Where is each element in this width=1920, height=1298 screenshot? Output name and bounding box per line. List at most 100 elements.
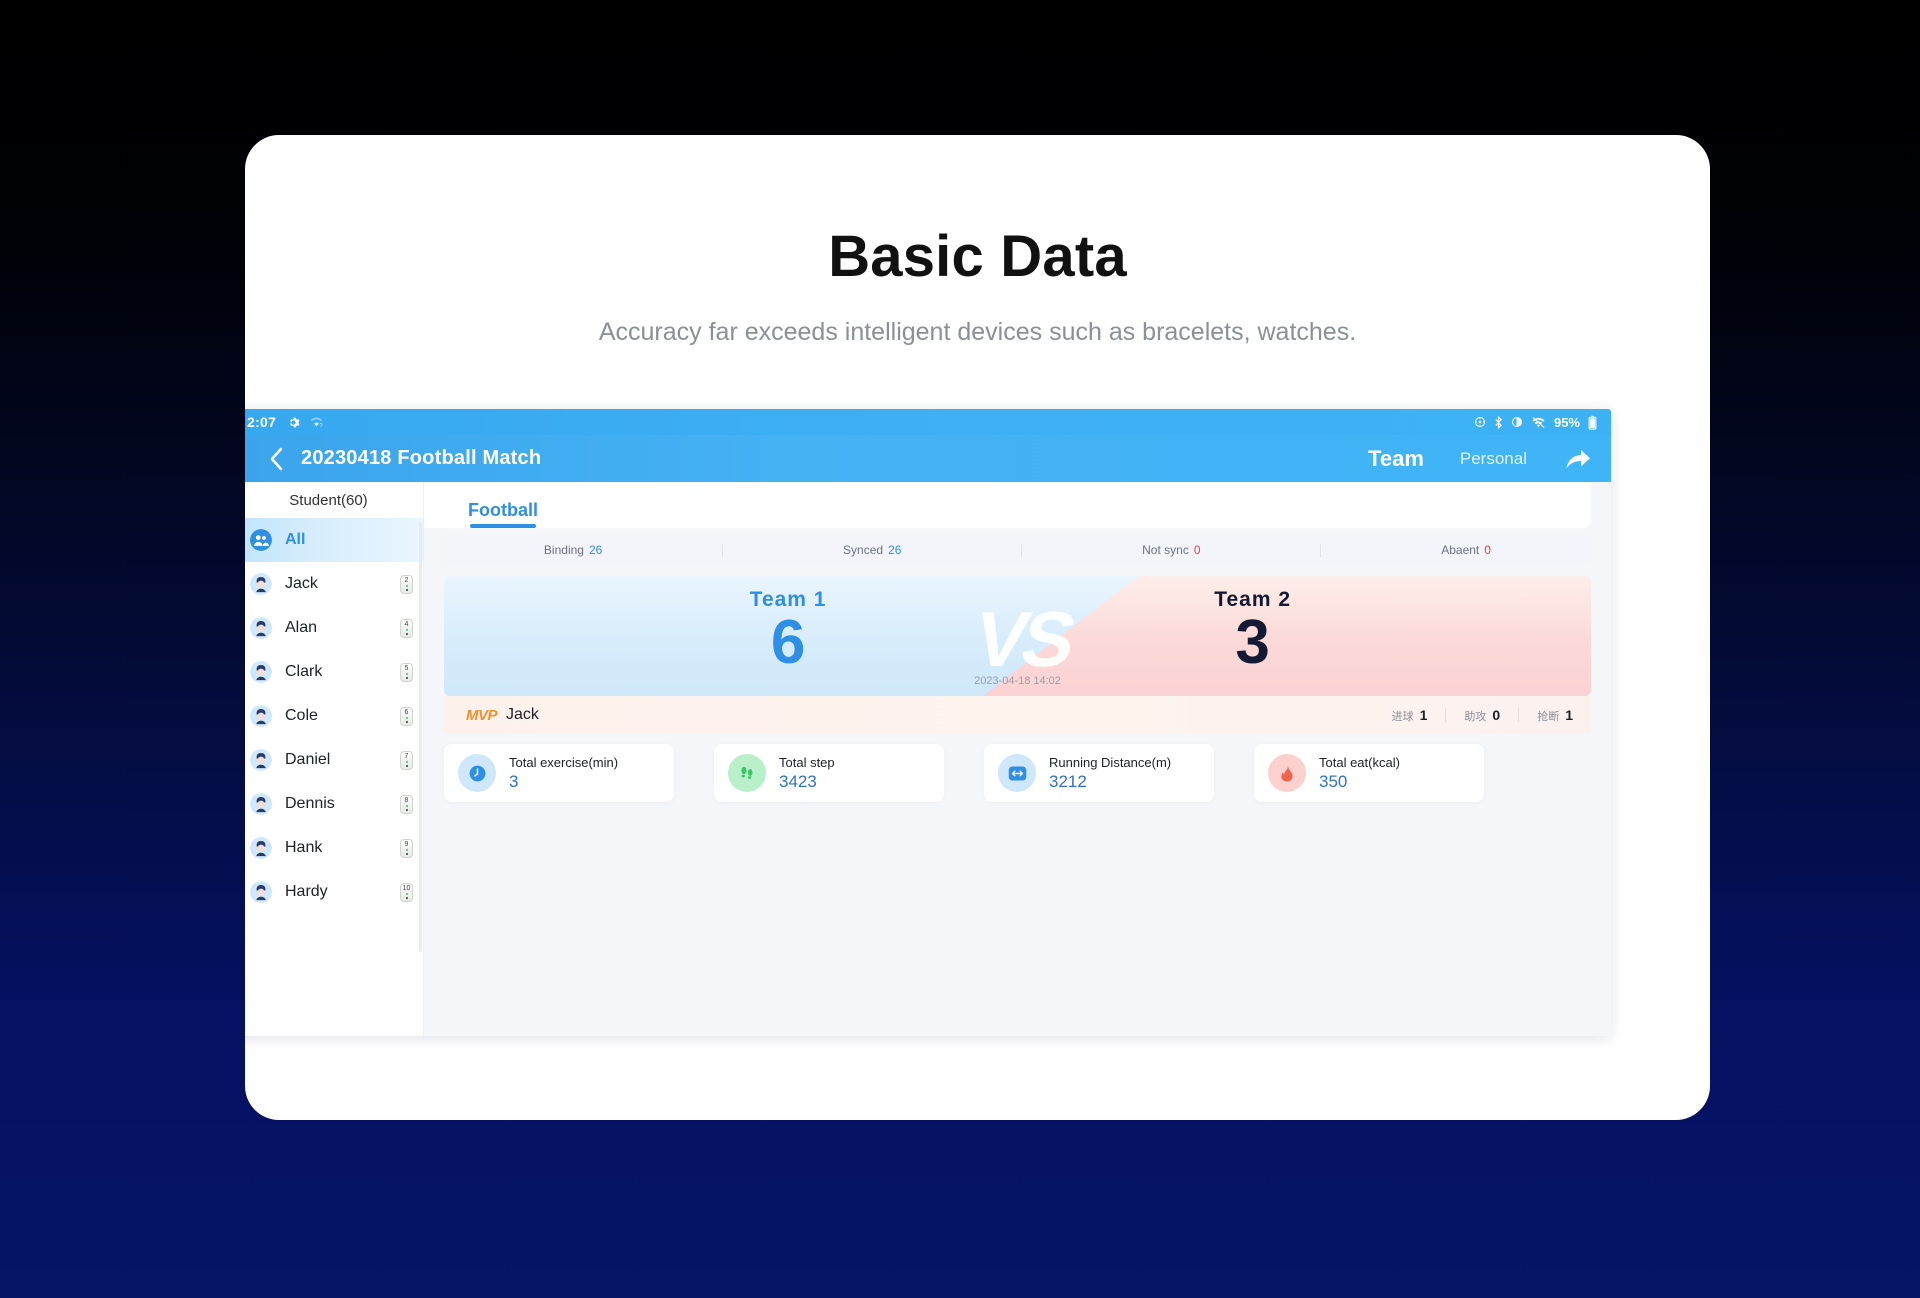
battery-percent: 95%: [1553, 414, 1580, 430]
stat-divider: [1021, 543, 1023, 557]
metric-card[interactable]: Total exercise(min) 3: [444, 744, 674, 802]
student-avatar-icon: [250, 749, 272, 771]
team2-block: Team 2 3: [1123, 588, 1383, 675]
student-name: Cole: [285, 707, 318, 724]
status-time: 2:07: [247, 414, 277, 430]
battery-icon: [1588, 415, 1597, 430]
status-bar: 2:07 ? 95%: [245, 409, 1611, 435]
metric-label: Total step: [779, 754, 835, 770]
student-name: Jack: [285, 575, 318, 592]
mvp-stat-value: 0: [1492, 706, 1501, 723]
metric-value: 3212: [1049, 771, 1087, 791]
student-avatar-icon: [250, 617, 272, 639]
sync-stat-not-sync: Not sync 0: [1142, 543, 1200, 557]
page-title: Basic Data: [828, 224, 1127, 289]
team2-score: 3: [1235, 608, 1270, 677]
sync-stat-abaent: Abaent 0: [1441, 543, 1491, 557]
sync-stat-value: 0: [1484, 543, 1491, 557]
sidebar-item-all[interactable]: All: [245, 518, 423, 562]
team1-block: Team 1 6: [658, 588, 918, 675]
metric-card[interactable]: Total step 3423: [714, 744, 944, 802]
student-name: Alan: [285, 619, 318, 636]
mvp-stats: 进球 1 助攻 0 抢断 1: [1392, 707, 1573, 724]
sidebar-header: Student(60): [289, 491, 368, 509]
mvp-stat: 进球 1: [1391, 706, 1428, 723]
footsteps-icon: [728, 754, 766, 792]
device-badge: 2: [400, 574, 413, 594]
student-name: Clark: [285, 663, 323, 680]
tab-team[interactable]: Team: [1368, 446, 1424, 472]
metric-label: Running Distance(m): [1049, 754, 1172, 770]
student-name: Dennis: [285, 795, 335, 812]
student-sidebar: Student(60) All Jack 2 Alan 4 Clark 5 Cole 6 Dan…: [245, 482, 424, 1036]
presentation-card: Basic Data Accuracy far exceeds intellig…: [245, 135, 1710, 1120]
sidebar-item-alan[interactable]: Alan 4: [245, 606, 423, 650]
student-avatar-icon: [250, 705, 272, 727]
wifi-icon: [1532, 416, 1545, 428]
page-subtitle: Accuracy far exceeds intelligent devices…: [598, 318, 1357, 346]
app-nav-bar: 20230418 Football Match Team Personal: [245, 435, 1611, 482]
mvp-player-name: Jack: [506, 706, 539, 723]
sidebar-all-label: All: [285, 531, 306, 548]
device-badge: 4: [400, 618, 413, 638]
sync-stat-synced: Synced 26: [843, 543, 901, 557]
sidebar-item-clark[interactable]: Clark 5: [245, 650, 423, 694]
sync-stat-label: Synced: [843, 543, 884, 557]
sync-stat-binding: Binding 26: [544, 543, 602, 557]
student-avatar-icon: [250, 793, 272, 815]
distance-icon: [998, 754, 1036, 792]
sidebar-item-hank[interactable]: Hank 9: [245, 826, 423, 870]
mvp-row: MVP Jack 进球 1 助攻 0 抢断 1: [444, 696, 1591, 734]
sync-stat-label: Binding: [543, 543, 584, 557]
student-list: All Jack 2 Alan 4 Clark 5 Cole 6 Daniel 7 Dennis 8 H…: [245, 518, 423, 1036]
match-title: 20230418 Football Match: [301, 447, 542, 469]
match-score-banner: VS Team 1 6 Team 2 3 2023-04-18 14:02: [444, 576, 1591, 696]
tab-personal[interactable]: Personal: [1460, 449, 1527, 469]
bluetooth-icon: [1495, 415, 1502, 429]
tablet-app-screenshot: 2:07 ? 95% 20230418 Football Match Team …: [245, 409, 1611, 1036]
sidebar-item-jack[interactable]: Jack 2: [245, 562, 423, 606]
student-avatar-icon: [250, 661, 272, 683]
svg-text:?: ?: [320, 423, 323, 428]
mvp-stat: 助攻 0: [1464, 706, 1501, 723]
sync-stat-value: 26: [888, 543, 902, 557]
device-badge: 6: [400, 706, 413, 726]
flame-icon: [1268, 754, 1306, 792]
mvp-badge: MVP: [466, 706, 498, 724]
mvp-stat: 抢断 1: [1537, 706, 1573, 723]
metric-card[interactable]: Total eat(kcal) 350: [1254, 744, 1484, 802]
sync-stats-strip: Binding 26 Synced 26 Not sync 0 Abaent 0: [444, 534, 1591, 566]
sidebar-item-daniel[interactable]: Daniel 7: [245, 738, 423, 782]
student-avatar-icon: [250, 837, 272, 859]
clock-icon: [458, 754, 496, 792]
back-arrow-icon[interactable]: [268, 446, 286, 472]
sidebar-item-dennis[interactable]: Dennis 8: [245, 782, 423, 826]
metric-label: Total eat(kcal): [1319, 754, 1400, 770]
sync-stat-label: Not sync: [1142, 543, 1189, 557]
device-badge: 10: [400, 882, 413, 902]
metric-value: 3: [509, 771, 519, 791]
metric-label: Total exercise(min): [509, 754, 619, 770]
sidebar-item-cole[interactable]: Cole 6: [245, 694, 423, 738]
vs-label: VS: [966, 595, 1080, 683]
sync-stat-label: Abaent: [1441, 543, 1480, 557]
mvp-stat-divider: [1445, 708, 1447, 722]
tab-football[interactable]: Football: [468, 500, 538, 528]
sidebar-scrollbar[interactable]: [419, 522, 422, 952]
team1-score: 6: [770, 608, 806, 677]
device-badge: 9: [400, 838, 413, 858]
sidebar-item-hardy[interactable]: Hardy 10: [245, 870, 423, 914]
sync-stat-value: 26: [588, 543, 603, 557]
device-badge: 7: [400, 750, 413, 770]
location-icon: [1474, 417, 1485, 427]
share-icon[interactable]: [1563, 446, 1593, 472]
do-not-disturb-icon: [1511, 417, 1522, 427]
metric-card[interactable]: Running Distance(m) 3212: [984, 744, 1214, 802]
device-badge: 8: [400, 794, 413, 814]
app-body: Student(60) All Jack 2 Alan 4 Clark 5 Cole 6 Dan…: [245, 482, 1611, 1036]
content-tabs: Football: [424, 482, 1591, 528]
student-name: Hank: [285, 839, 323, 856]
student-name: Daniel: [285, 751, 331, 768]
gear-icon: [290, 417, 300, 427]
wifi-weak-icon: ?: [310, 417, 323, 428]
